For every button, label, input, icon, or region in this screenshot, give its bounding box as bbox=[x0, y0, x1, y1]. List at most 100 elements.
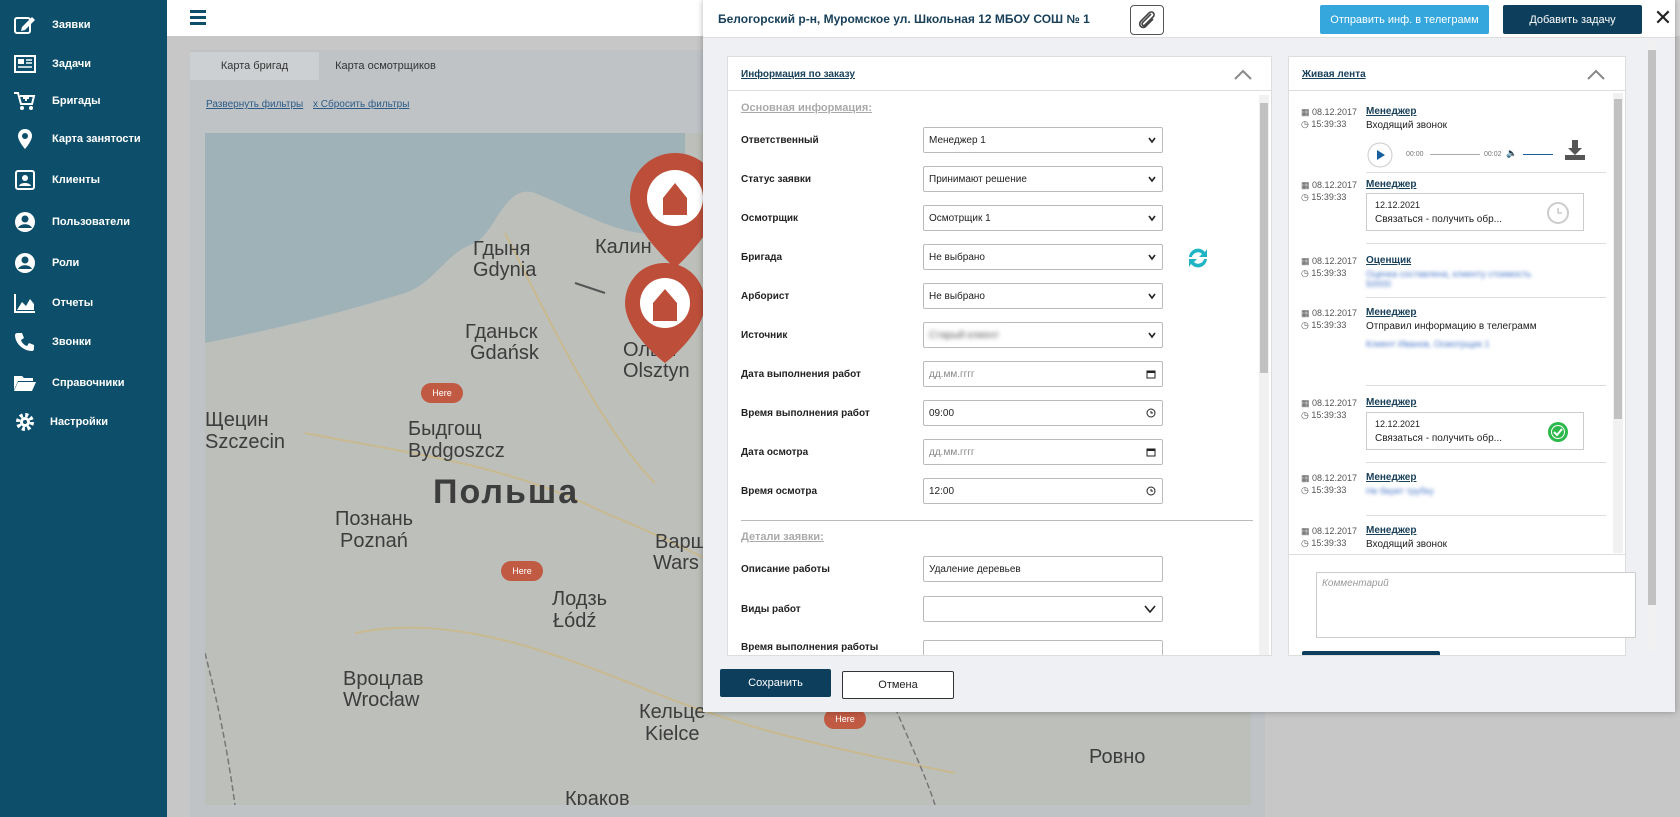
city-label: Вроцлав bbox=[343, 668, 424, 690]
inspector-select[interactable]: Осмотрщик 1 bbox=[923, 205, 1163, 231]
city-label: Варш bbox=[655, 531, 707, 553]
sidebar-item-clients[interactable]: Клиенты bbox=[0, 163, 167, 197]
map-marker[interactable]: Here bbox=[501, 561, 543, 581]
audio-progress[interactable] bbox=[1430, 154, 1480, 155]
city-label: Bydgoszcz bbox=[408, 440, 505, 462]
contact-card-icon bbox=[15, 170, 35, 190]
feed-author[interactable]: Менеджер bbox=[1366, 106, 1416, 117]
chevron-up-icon[interactable] bbox=[1586, 68, 1606, 80]
gear-icon bbox=[16, 413, 34, 431]
work-date-input[interactable]: дд.мм.гггг bbox=[923, 361, 1163, 387]
feed-author[interactable]: Менеджер bbox=[1366, 525, 1416, 536]
map-marker[interactable]: Here bbox=[421, 383, 463, 403]
download-icon[interactable] bbox=[1563, 139, 1587, 161]
city-label: Быдгощ bbox=[408, 418, 482, 440]
sidebar-item-tasks[interactable]: Задачи bbox=[0, 47, 167, 81]
sidebar-item-directories[interactable]: Справочники bbox=[0, 366, 167, 400]
send-telegram-button[interactable]: Отправить инф. в телеграмм bbox=[1320, 5, 1489, 34]
task-text: Связаться - получить обр... bbox=[1375, 214, 1502, 225]
field-label: Описание работы bbox=[741, 564, 830, 575]
feed-author[interactable]: Менеджер bbox=[1366, 472, 1416, 483]
audio-player[interactable]: 00:00 00:02 🔈 bbox=[1366, 141, 1586, 169]
scrollbar[interactable] bbox=[1613, 93, 1623, 553]
top-bar bbox=[167, 0, 707, 36]
add-task-button[interactable]: Добавить задачу bbox=[1503, 5, 1642, 34]
work-time-input[interactable]: 09:00 bbox=[923, 400, 1163, 426]
field-label: Виды работ bbox=[741, 604, 801, 615]
play-icon[interactable] bbox=[1366, 141, 1394, 169]
divider bbox=[1289, 90, 1625, 91]
responsible-select[interactable]: Менеджер 1 bbox=[923, 127, 1163, 153]
scrollbar-thumb[interactable] bbox=[1614, 99, 1622, 419]
cancel-button[interactable]: Отмена bbox=[842, 671, 954, 699]
work-duration-input[interactable]: 5 bbox=[923, 640, 1163, 655]
divider bbox=[1366, 172, 1606, 173]
audio-end: 00:02 bbox=[1484, 151, 1502, 158]
save-button[interactable]: Сохранить bbox=[720, 669, 831, 697]
card-title: Живая лента bbox=[1302, 69, 1366, 80]
select-value: Не выбрано bbox=[929, 290, 985, 302]
brigade-select[interactable]: Не выбрано bbox=[923, 244, 1163, 270]
scrollbar-thumb[interactable] bbox=[1648, 50, 1656, 605]
area-chart-icon bbox=[14, 294, 35, 313]
source-select[interactable]: Старый клиент bbox=[923, 322, 1163, 348]
expand-filters-link[interactable]: Развернуть фильтры bbox=[206, 99, 303, 110]
sidebar-item-requests[interactable]: Заявки bbox=[0, 8, 167, 42]
sidebar-item-label: Справочники bbox=[52, 377, 125, 389]
feed-text: Входящий звонок bbox=[1366, 539, 1448, 550]
inspection-time-input[interactable]: 12:00 bbox=[923, 478, 1163, 504]
divider bbox=[1366, 297, 1606, 298]
sidebar-item-users[interactable]: Пользователи bbox=[0, 205, 167, 239]
sidebar-item-calls[interactable]: Звонки bbox=[0, 325, 167, 359]
close-icon[interactable]: ✕ bbox=[1653, 5, 1673, 30]
submit-comment-button[interactable] bbox=[1302, 651, 1440, 655]
volume-icon[interactable]: 🔈 bbox=[1506, 148, 1517, 159]
chevron-up-icon[interactable] bbox=[1233, 68, 1253, 80]
sidebar-item-reports[interactable]: Отчеты bbox=[0, 286, 167, 320]
calendar-icon bbox=[1146, 448, 1156, 457]
status-select[interactable]: Принимают решение bbox=[923, 166, 1163, 192]
feed-time: ◷ 15:39:33 bbox=[1301, 410, 1347, 420]
attach-button[interactable] bbox=[1130, 5, 1164, 35]
city-label: Познань bbox=[335, 508, 414, 530]
work-types-select[interactable] bbox=[923, 596, 1163, 622]
sidebar-item-brigades[interactable]: Бригады bbox=[0, 84, 167, 118]
work-description-input[interactable]: Удаление деревьев bbox=[923, 556, 1163, 582]
feed-time: ◷ 15:39:33 bbox=[1301, 485, 1347, 495]
audio-start: 00:00 bbox=[1406, 151, 1424, 158]
scrollbar[interactable] bbox=[1259, 95, 1269, 655]
inspection-date-input[interactable]: дд.мм.гггг bbox=[923, 439, 1163, 465]
select-value: Не выбрано bbox=[929, 251, 985, 263]
scrollbar-thumb[interactable] bbox=[1260, 103, 1268, 373]
chevron-down-icon bbox=[1148, 293, 1156, 300]
sidebar-item-settings[interactable]: Настройки bbox=[0, 405, 167, 439]
feed-date: ▦ 08.12.2017 bbox=[1301, 398, 1358, 408]
tab-brigade-map[interactable]: Карта бригад bbox=[190, 52, 319, 80]
user-circle-icon bbox=[15, 212, 35, 232]
volume-slider[interactable] bbox=[1523, 154, 1553, 155]
select-value: Менеджер 1 bbox=[929, 134, 986, 146]
sidebar-item-roles[interactable]: Роли bbox=[0, 246, 167, 280]
city-label: Гданьск bbox=[465, 321, 538, 343]
tab-inspector-map[interactable]: Карта осмотрщиков bbox=[325, 52, 446, 80]
sidebar-item-label: Задачи bbox=[52, 58, 91, 70]
feed-author[interactable]: Оценщик bbox=[1366, 255, 1411, 266]
feed-author[interactable]: Менеджер bbox=[1366, 397, 1416, 408]
modal-scrollbar[interactable] bbox=[1647, 40, 1657, 650]
pending-clock-icon bbox=[1547, 202, 1569, 224]
sidebar-item-label: Отчеты bbox=[52, 297, 94, 309]
city-label: Польша bbox=[433, 473, 580, 511]
arborist-select[interactable]: Не выбрано bbox=[923, 283, 1163, 309]
feed-author[interactable]: Менеджер bbox=[1366, 179, 1416, 190]
task-box[interactable]: 12.12.2021 Связаться - получить обр... bbox=[1366, 193, 1584, 231]
sidebar-item-occupancy-map[interactable]: Карта занятости bbox=[0, 122, 167, 156]
feed-date: ▦ 08.12.2017 bbox=[1301, 180, 1358, 190]
city-label: Kielce bbox=[645, 723, 700, 745]
refresh-icon[interactable] bbox=[1183, 243, 1213, 273]
task-box[interactable]: 12.12.2021 Связаться - получить обр... bbox=[1366, 412, 1584, 450]
feed-author[interactable]: Менеджер bbox=[1366, 307, 1416, 318]
comment-textarea[interactable]: Комментарий bbox=[1316, 572, 1636, 638]
map-marker[interactable]: Here bbox=[824, 709, 866, 729]
menu-icon[interactable] bbox=[190, 10, 206, 26]
reset-filters-link[interactable]: x Сбросить фильтры bbox=[313, 99, 409, 110]
